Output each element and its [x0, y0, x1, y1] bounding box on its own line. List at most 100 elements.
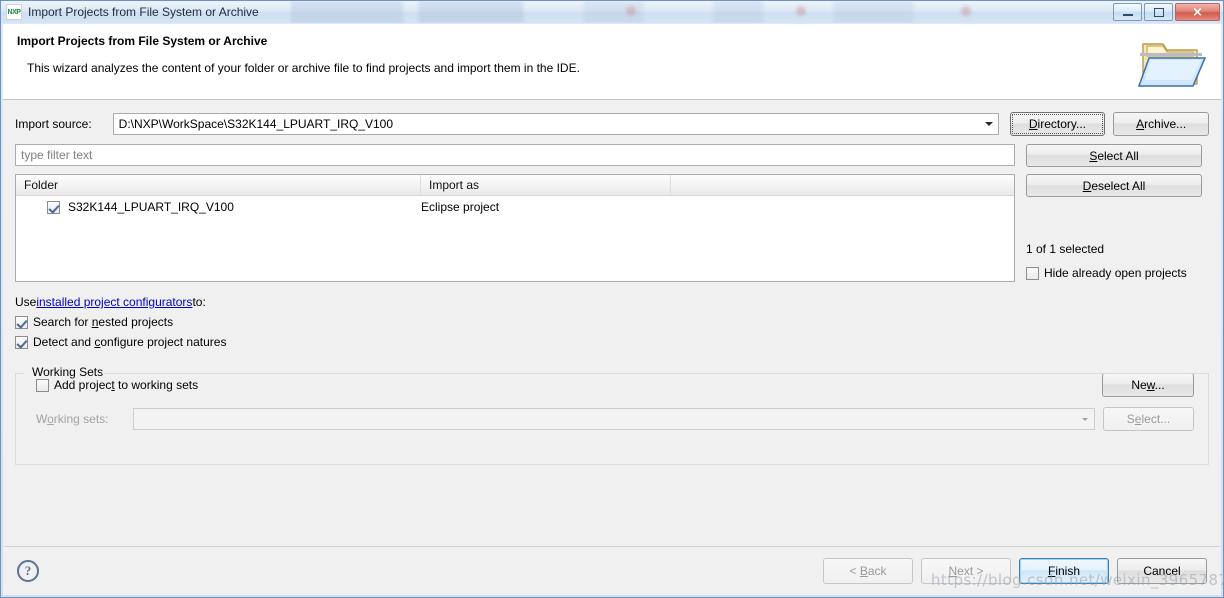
page-title: Import Projects from File System or Arch… — [17, 34, 268, 48]
configurators-label-row: Use installed project configurators to: — [15, 295, 1209, 309]
deselect-all-label: eselect All — [1091, 178, 1146, 193]
maximize-icon — [1153, 7, 1164, 17]
add-project-to-working-sets-label: Add project to working sets — [54, 378, 198, 392]
selection-status: 1 of 1 selected — [1026, 242, 1105, 256]
import-source-value: D:\NXP\WorkSpace\S32K144_LPUART_IRQ_V100 — [118, 117, 394, 131]
help-icon[interactable]: ? — [17, 560, 39, 582]
import-source-row: Import source: D:\NXP\WorkSpace\S32K144_… — [15, 112, 1210, 136]
table-cell-import-as: Eclipse project — [421, 200, 500, 214]
archive-button-label: rchive... — [1144, 117, 1187, 131]
working-sets-combo — [132, 408, 1095, 430]
column-header-import-as[interactable]: Import as — [421, 175, 671, 195]
maximize-button[interactable] — [1144, 3, 1173, 21]
deselect-all-button[interactable]: Deselect All — [1026, 174, 1202, 197]
back-button: < Back — [823, 558, 913, 584]
search-nested-projects-checkbox[interactable] — [15, 315, 28, 329]
table-row-wrapper: Folder Import as S32K144_LPUART_IRQ_V100… — [15, 174, 1209, 282]
directory-button-mnemonic: D — [1028, 117, 1038, 131]
cancel-button-label: Cancel — [1143, 564, 1181, 578]
title-bar: NXP Import Projects from File System or … — [1, 1, 1223, 23]
chevron-down-icon[interactable] — [980, 114, 998, 134]
working-sets-field-row: Working sets: Select... — [36, 407, 1208, 431]
new-button-before: Ne — [1131, 378, 1147, 392]
open-folder-icon — [1137, 43, 1207, 87]
installed-project-configurators-link[interactable]: installed project configurators — [36, 295, 192, 309]
hide-open-projects-label: Hide already open projects — [1044, 266, 1187, 280]
next-button-mnemonic: N — [948, 564, 958, 578]
close-icon: × — [1192, 4, 1203, 20]
minimize-button[interactable] — [1113, 3, 1142, 21]
import-projects-dialog: NXP Import Projects from File System or … — [0, 0, 1224, 598]
page-description: This wizard analyzes the content of your… — [27, 61, 580, 75]
archive-button-mnemonic: A — [1136, 117, 1145, 131]
detect-configure-natures-row[interactable]: Detect and configure project natures — [15, 335, 1209, 349]
finish-button[interactable]: Finish — [1019, 558, 1109, 584]
new-working-set-button[interactable]: New... — [1102, 373, 1194, 397]
next-button-label: ext > — [957, 564, 984, 578]
working-sets-group: Working Sets Add project to working sets… — [15, 365, 1209, 465]
minimize-icon — [1122, 14, 1133, 16]
directory-button[interactable]: Directory... — [1009, 112, 1106, 136]
table-cell-folder-label: S32K144_LPUART_IRQ_V100 — [68, 200, 234, 214]
column-header-folder[interactable]: Folder — [16, 175, 421, 195]
detect-configure-natures-label: Detect and configure project natures — [33, 335, 226, 349]
window-controls: × — [1113, 3, 1220, 21]
wizard-header: Import Projects from File System or Arch… — [3, 24, 1221, 100]
detect-configure-before: Detect and — [33, 335, 95, 349]
search-nested-after: ested projects — [98, 315, 174, 329]
search-nested-before: Search for — [33, 315, 92, 329]
new-button-mnemonic: w — [1146, 378, 1155, 392]
select-working-set-button: Select... — [1102, 407, 1194, 431]
back-button-mnemonic: B — [859, 564, 868, 578]
dialog-body: Import Projects from File System or Arch… — [3, 24, 1221, 595]
select-all-button[interactable]: Select All — [1026, 144, 1202, 167]
working-sets-label-before: W — [36, 412, 48, 426]
working-sets-group-title: Working Sets — [28, 365, 108, 379]
hide-open-projects-checkbox[interactable] — [1026, 266, 1039, 280]
configurators-prefix: Use — [15, 295, 37, 309]
select-button-after: lect... — [1141, 412, 1171, 426]
search-nested-projects-row[interactable]: Search for nested projects — [15, 315, 1209, 329]
add-project-row: Add project to working sets New... — [36, 373, 1208, 397]
back-button-label: ack — [867, 564, 887, 578]
table-cell-extra — [671, 196, 1014, 218]
select-all-label: elect All — [1097, 148, 1139, 163]
row-checkbox[interactable] — [47, 200, 60, 214]
detect-configure-natures-checkbox[interactable] — [15, 335, 28, 349]
footer-bar: ? < Back Next > Finish Cancel — [3, 547, 1221, 595]
working-sets-label-after: rking sets: — [53, 412, 109, 426]
add-project-to-working-sets-checkbox[interactable] — [36, 378, 49, 392]
add-project-before: Add projec — [54, 378, 112, 392]
deselect-all-mnemonic: D — [1082, 178, 1092, 193]
new-button-after: ... — [1154, 378, 1165, 392]
filter-placeholder: type filter text — [21, 148, 93, 162]
finish-button-label: inish — [1055, 564, 1081, 578]
hide-open-projects-row[interactable]: Hide already open projects — [1026, 266, 1202, 280]
column-header-extra[interactable] — [671, 175, 1014, 195]
cancel-button[interactable]: Cancel — [1117, 558, 1207, 584]
configurators-suffix: to: — [192, 295, 206, 309]
table-header: Folder Import as — [16, 175, 1014, 196]
directory-button-label: irectory... — [1037, 117, 1086, 131]
wizard-content: Import source: D:\NXP\WorkSpace\S32K144_… — [3, 100, 1221, 546]
working-sets-chevron-down-icon — [1076, 409, 1094, 429]
table-row[interactable]: S32K144_LPUART_IRQ_V100 Eclipse project — [16, 196, 1014, 218]
projects-table[interactable]: Folder Import as S32K144_LPUART_IRQ_V100… — [15, 174, 1015, 282]
table-side-panel: Deselect All 1 of 1 selected Hide alread… — [1026, 174, 1202, 280]
filter-row: type filter text Select All — [15, 144, 1209, 167]
next-button: Next > — [921, 558, 1011, 584]
select-button-before: S — [1126, 412, 1135, 426]
archive-button[interactable]: Archive... — [1113, 112, 1210, 136]
import-source-label: Import source: — [15, 117, 92, 131]
filter-input[interactable]: type filter text — [15, 144, 1015, 166]
working-sets-label-mnemonic: o — [47, 412, 54, 426]
add-project-after: to working sets — [114, 378, 199, 392]
window-title: Import Projects from File System or Arch… — [28, 5, 259, 19]
table-cell-folder: S32K144_LPUART_IRQ_V100 — [16, 196, 421, 218]
nxp-logo-icon: NXP — [6, 4, 22, 20]
wizard-buttons: < Back Next > Finish Cancel — [823, 558, 1207, 584]
import-source-combo[interactable]: D:\NXP\WorkSpace\S32K144_LPUART_IRQ_V100 — [112, 113, 999, 135]
search-nested-projects-label: Search for nested projects — [33, 315, 173, 329]
close-button[interactable]: × — [1175, 3, 1220, 21]
detect-configure-after: onfigure project natures — [100, 335, 227, 349]
